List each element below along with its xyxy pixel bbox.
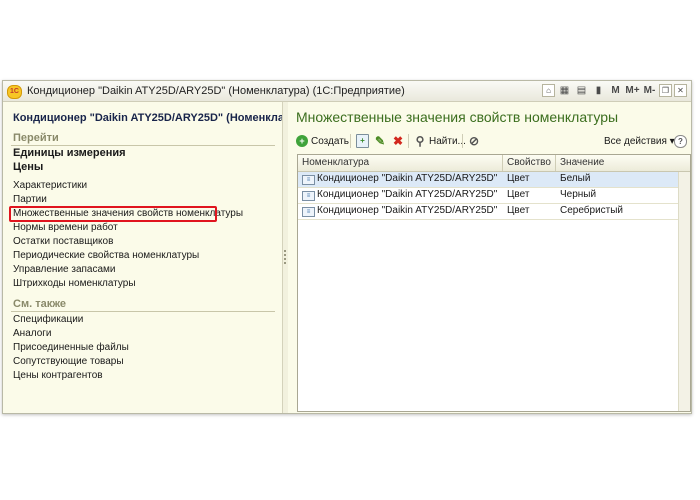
cell-value: Черный: [560, 189, 597, 200]
bookmark-icon[interactable]: ▮: [591, 83, 606, 98]
column-separator[interactable]: [502, 155, 503, 171]
column-header-property[interactable]: Свойство: [507, 157, 551, 168]
vertical-scrollbar[interactable]: [678, 172, 690, 411]
create-button[interactable]: + Создать: [296, 132, 349, 150]
magnifier-icon: ⚲: [415, 134, 425, 148]
goto-divider: [11, 145, 275, 146]
catalog-item-icon: ≡: [302, 191, 315, 201]
copy-icon: +: [356, 134, 369, 148]
delete-x-icon: ✖: [392, 134, 404, 148]
help-icon: ?: [674, 134, 687, 148]
nav-analogs[interactable]: Аналоги: [13, 328, 52, 339]
table-row[interactable]: ≡ Кондиционер "Daikin ATY25D/ARY25D" Цве…: [298, 188, 690, 204]
splitter-grip-dot: [284, 250, 286, 252]
nav-inventory-management[interactable]: Управление запасами: [13, 264, 116, 275]
calendar-icon[interactable]: ▤: [574, 83, 589, 98]
title-bar: 1С Кондиционер "Daikin ATY25D/ARY25D" (Н…: [3, 81, 691, 102]
see-also-header: См. также: [13, 298, 66, 310]
form-toolbar: + Создать + ✎ ✖ ⚲ Найти... ⊘ Все действи…: [294, 131, 687, 151]
cell-item: Кондиционер "Daikin ATY25D/ARY25D": [317, 189, 498, 200]
calculator-icon[interactable]: ▦: [557, 83, 572, 98]
splitter-grip-dot: [284, 262, 286, 264]
nav-attached-files[interactable]: Присоединенные файлы: [13, 342, 129, 353]
nav-batches[interactable]: Партии: [13, 194, 47, 205]
title-bar-icons: ⌂ ▦ ▤ ▮ M M+ M- ❐ ✕: [542, 83, 687, 98]
toolbar-separator: [408, 134, 409, 148]
find-button[interactable]: ⚲ Найти...: [414, 132, 466, 150]
memory-minus-button[interactable]: M-: [642, 83, 657, 98]
pencil-icon: ✎: [374, 134, 386, 148]
help-button[interactable]: ?: [674, 132, 687, 150]
nav-prices[interactable]: Цены: [13, 161, 43, 173]
cell-value: Серебристый: [560, 205, 624, 216]
nav-periodic-properties[interactable]: Периодические свойства номенклатуры: [13, 250, 199, 261]
create-button-label: Создать: [311, 135, 350, 147]
home-icon[interactable]: ⌂: [542, 84, 555, 97]
window-title: Кондиционер "Daikin ATY25D/ARY25D" (Номе…: [27, 85, 405, 97]
nav-units[interactable]: Единицы измерения: [13, 147, 126, 159]
memory-m-button[interactable]: M: [608, 83, 623, 98]
all-actions-button[interactable]: Все действия ▾: [604, 132, 675, 150]
splitter-grip-dot: [284, 258, 286, 260]
form-title: Множественные значения свойств номенклат…: [296, 109, 619, 125]
splitter-grip-dot: [284, 254, 286, 256]
nav-work-time-norms[interactable]: Нормы времени работ: [13, 222, 118, 233]
cell-property: Цвет: [507, 189, 530, 200]
highlight-box: [9, 206, 217, 222]
table-header: Номенклатура Свойство Значение: [298, 155, 690, 172]
cell-property: Цвет: [507, 205, 530, 216]
close-icon[interactable]: ✕: [674, 84, 687, 97]
cell-item: Кондиционер "Daikin ATY25D/ARY25D": [317, 173, 498, 184]
nav-supplier-stock[interactable]: Остатки поставщиков: [13, 236, 113, 247]
item-title: Кондиционер "Daikin ATY25D/ARY25D" (Номе…: [13, 112, 313, 124]
goto-header: Перейти: [13, 132, 59, 144]
nav-counterparty-prices[interactable]: Цены контрагентов: [13, 370, 103, 381]
plus-icon: +: [296, 135, 308, 147]
column-header-item[interactable]: Номенклатура: [302, 157, 369, 168]
cell-property: Цвет: [507, 173, 530, 184]
nav-characteristics[interactable]: Характеристики: [13, 180, 87, 191]
restore-icon[interactable]: ❐: [659, 84, 672, 97]
property-values-table[interactable]: Номенклатура Свойство Значение ≡ Кондици…: [297, 154, 691, 412]
nav-related-products[interactable]: Сопутствующие товары: [13, 356, 124, 367]
cancel-search-button[interactable]: ⊘: [468, 132, 480, 150]
toolbar-separator: [462, 134, 463, 148]
form-panel: Множественные значения свойств номенклат…: [288, 102, 691, 413]
cell-value: Белый: [560, 173, 591, 184]
catalog-item-icon: ≡: [302, 207, 315, 217]
edit-button[interactable]: ✎: [374, 132, 386, 150]
table-row[interactable]: ≡ Кондиционер "Daikin ATY25D/ARY25D" Цве…: [298, 172, 690, 188]
cell-item: Кондиционер "Daikin ATY25D/ARY25D": [317, 205, 498, 216]
nav-specifications[interactable]: Спецификации: [13, 314, 83, 325]
toolbar-separator: [350, 134, 351, 148]
memory-plus-button[interactable]: M+: [625, 83, 640, 98]
see-also-divider: [11, 311, 275, 312]
column-separator[interactable]: [555, 155, 556, 171]
navigation-panel: Кондиционер "Daikin ATY25D/ARY25D" (Номе…: [3, 102, 312, 413]
nav-barcodes[interactable]: Штрихкоды номенклатуры: [13, 278, 136, 289]
copy-button[interactable]: +: [356, 132, 369, 150]
delete-button[interactable]: ✖: [392, 132, 404, 150]
catalog-item-icon: ≡: [302, 175, 315, 185]
cancel-search-icon: ⊘: [468, 134, 480, 148]
app-logo-icon[interactable]: 1С: [7, 85, 22, 99]
table-row[interactable]: ≡ Кондиционер "Daikin ATY25D/ARY25D" Цве…: [298, 204, 690, 220]
column-header-value[interactable]: Значение: [560, 157, 604, 168]
app-window: 1С Кондиционер "Daikin ATY25D/ARY25D" (Н…: [2, 80, 692, 414]
find-button-label: Найти...: [429, 135, 466, 147]
all-actions-label: Все действия ▾: [604, 135, 675, 147]
